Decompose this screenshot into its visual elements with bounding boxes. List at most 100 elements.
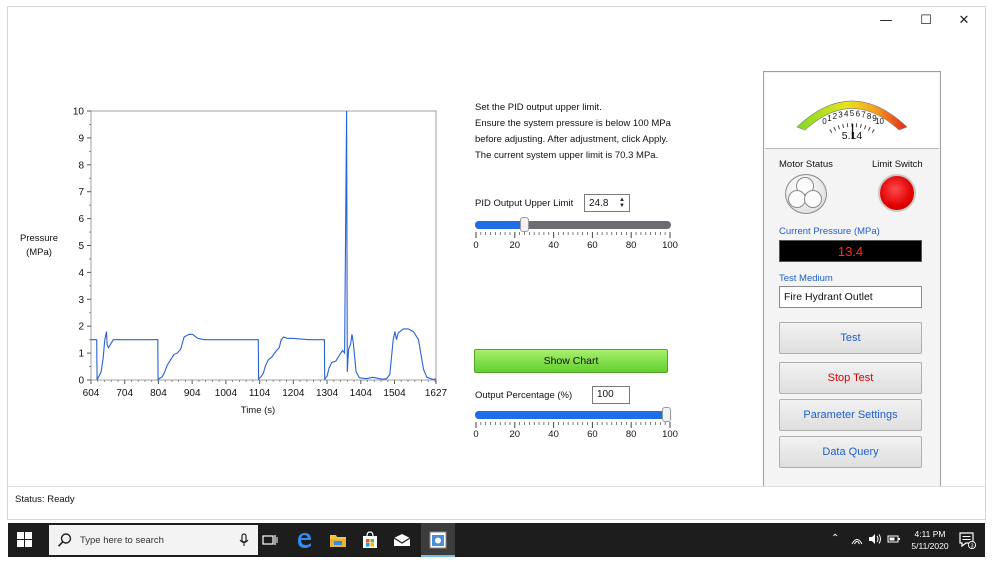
tick-label: 60 xyxy=(587,429,598,440)
stop-test-button[interactable]: Stop Test xyxy=(779,362,922,394)
gauge-label: 8 xyxy=(867,112,872,121)
gauge-label: 5 xyxy=(850,109,855,118)
tick-label: 100 xyxy=(662,429,678,440)
slider-thumb[interactable] xyxy=(519,217,529,232)
x-tick-label: 1104 xyxy=(249,388,271,399)
tick-label: 40 xyxy=(548,429,559,440)
status-text: Status: Ready xyxy=(15,494,75,505)
notification-count: 3 xyxy=(970,543,973,549)
y-tick-label: 4 xyxy=(78,268,84,279)
minimize-button[interactable]: — xyxy=(866,9,906,31)
gauge-tick xyxy=(829,129,833,134)
store-icon[interactable] xyxy=(360,530,380,550)
gauge-dial: 0 1 2 3 4 5 6 7 8 910 5.14 xyxy=(796,100,908,142)
network-icon[interactable] xyxy=(851,533,863,548)
motor-status-label: Motor Status xyxy=(779,159,833,170)
slider-tick-labels: 0 20 40 60 80 100 xyxy=(470,429,680,441)
show-hidden-icons-chevron-icon[interactable]: ⌃ xyxy=(831,533,839,544)
output-percentage-slider[interactable] xyxy=(475,407,671,422)
clock-date: 5/11/2020 xyxy=(911,541,949,551)
gauge-tick xyxy=(864,125,867,130)
slider-thumb[interactable] xyxy=(662,407,671,422)
tick-label: 100 xyxy=(662,240,678,251)
taskbar-search-box[interactable]: Type here to search xyxy=(49,525,258,555)
y-axis-label-line1: Pressure xyxy=(20,233,58,244)
current-pressure-display: 13.4 xyxy=(779,240,922,262)
gauge-value: 5.14 xyxy=(842,130,863,142)
pid-upper-limit-spinbox[interactable]: 24.8 ▲ ▼ xyxy=(584,194,630,212)
x-tick-label: 904 xyxy=(184,388,201,399)
gauge-label: 2 xyxy=(833,112,838,121)
status-divider xyxy=(8,486,985,487)
search-placeholder: Type here to search xyxy=(80,535,164,546)
x-tick-label: 1404 xyxy=(350,388,373,399)
x-tick-label: 604 xyxy=(83,388,100,399)
test-medium-field[interactable]: Fire Hydrant Outlet xyxy=(779,286,922,308)
pid-upper-limit-label: PID Output Upper Limit xyxy=(475,198,574,209)
tick-label: 60 xyxy=(587,240,598,251)
taskbar-clock[interactable]: 4:11 PM 5/11/2020 xyxy=(905,528,955,552)
maximize-button[interactable]: ☐ xyxy=(906,9,946,31)
gauge-tick xyxy=(842,123,845,129)
gauge-label: 7 xyxy=(861,110,866,119)
gauge-label: 6 xyxy=(856,109,861,118)
gauge-tick xyxy=(837,125,840,130)
y-tick-label: 5 xyxy=(78,241,84,252)
tick-label: 20 xyxy=(509,429,521,440)
parameter-settings-button[interactable]: Parameter Settings xyxy=(779,399,922,431)
x-tick-label: 1304 xyxy=(316,388,339,399)
taskbar: Type here to search ⌃ 4:11 PM 5/11/2020 xyxy=(8,523,985,557)
x-tick-label: 1504 xyxy=(383,388,406,399)
tick-label: 80 xyxy=(625,240,637,251)
gauge-label: 4 xyxy=(844,109,849,118)
limit-switch-indicator xyxy=(878,174,916,212)
instruction-line: Set the PID output upper limit. xyxy=(475,102,602,113)
y-tick-label: 3 xyxy=(78,295,84,306)
pid-upper-limit-slider[interactable] xyxy=(475,217,671,232)
search-icon xyxy=(57,533,72,547)
edge-browser-icon[interactable] xyxy=(294,530,314,550)
slider-ticks xyxy=(475,422,671,428)
pid-upper-limit-value: 24.8 xyxy=(589,197,609,209)
microphone-icon[interactable] xyxy=(238,533,250,547)
gauge-label: 3 xyxy=(838,110,843,119)
x-axis-label: Time (s) xyxy=(241,405,275,416)
device-icon[interactable] xyxy=(887,533,901,548)
gauge-tick xyxy=(833,126,836,131)
y-tick-label: 8 xyxy=(78,160,84,171)
y-tick-label: 6 xyxy=(78,214,84,225)
gauge-label: 10 xyxy=(875,117,884,126)
slider-fill xyxy=(475,221,524,229)
test-button[interactable]: Test xyxy=(779,322,922,354)
output-percentage-input[interactable]: 100 xyxy=(592,386,630,404)
show-chart-button[interactable]: Show Chart xyxy=(474,349,668,373)
app-window-icon[interactable] xyxy=(428,530,448,550)
x-tick-label: 1204 xyxy=(282,388,305,399)
task-view-icon[interactable] xyxy=(260,530,280,550)
pid-instructions: Set the PID output upper limit. Ensure t… xyxy=(475,100,725,164)
close-button[interactable]: ✕ xyxy=(944,9,984,31)
instruction-line: before adjusting. After adjustment, clic… xyxy=(475,134,669,145)
pressure-chart: 0 1 2 3 4 5 6 7 8 9 10 604 704 804 904 1004 1104 1204 1304… xyxy=(20,107,448,417)
y-axis-label-line2: (MPa) xyxy=(26,247,52,258)
x-tick-label: 804 xyxy=(150,388,167,399)
instruction-line: The current system upper limit is 70.3 M… xyxy=(475,150,659,161)
data-query-button[interactable]: Data Query xyxy=(779,436,922,468)
notification-center-icon[interactable]: 3 xyxy=(957,530,977,550)
slider-tick-labels: 0 20 40 60 80 100 xyxy=(470,240,680,252)
windows-start-icon[interactable] xyxy=(17,532,33,548)
x-tick-label: 1627 xyxy=(425,388,448,399)
volume-icon[interactable] xyxy=(868,533,882,548)
mail-icon[interactable] xyxy=(392,530,412,550)
test-medium-label: Test Medium xyxy=(779,273,833,284)
y-tick-label: 0 xyxy=(78,376,84,387)
spin-arrows-icon[interactable]: ▲ ▼ xyxy=(619,197,625,209)
file-explorer-icon[interactable] xyxy=(328,530,348,550)
slider-fill xyxy=(475,411,671,419)
y-tick-label: 7 xyxy=(78,187,84,198)
tick-label: 0 xyxy=(473,429,479,440)
instruction-line: Ensure the system pressure is below 100 … xyxy=(475,118,671,129)
current-pressure-label: Current Pressure (MPa) xyxy=(779,226,880,237)
motor-status-icon xyxy=(785,174,827,214)
gauge-tick xyxy=(868,126,871,131)
